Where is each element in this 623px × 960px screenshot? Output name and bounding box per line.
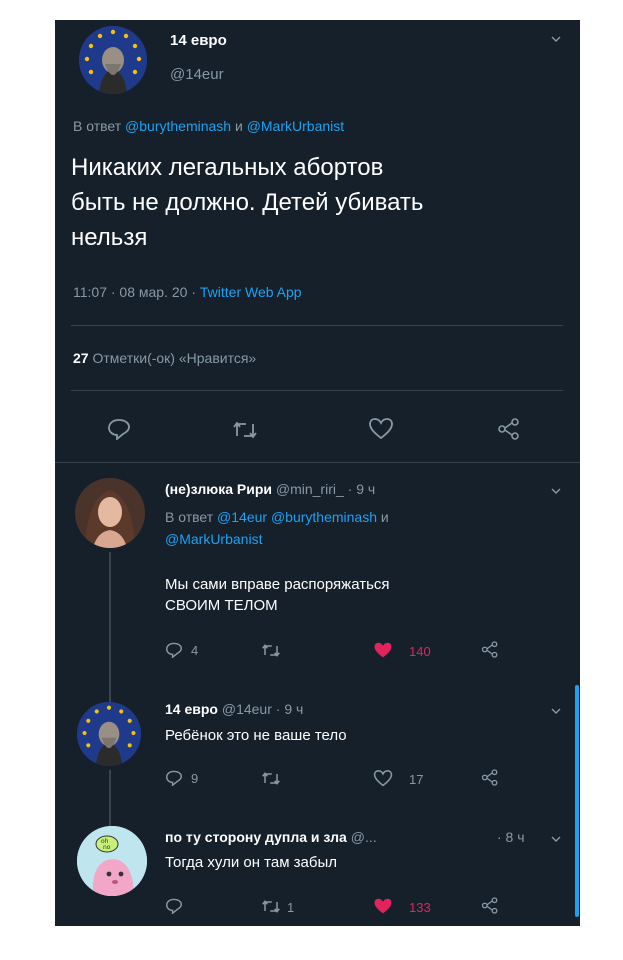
reply-author-name[interactable]: (не)злюка Рири — [165, 481, 272, 497]
tweet-text-line: Никаких легальных абортов — [71, 154, 384, 181]
tweet-source-link[interactable]: Twitter Web App — [200, 284, 302, 300]
reply-author-handle[interactable]: @min_riri_ — [276, 481, 344, 497]
scrollbar[interactable] — [575, 685, 579, 917]
thread-line — [109, 552, 111, 702]
mention-link[interactable]: @14eur — [217, 509, 267, 525]
tweet-timestamp[interactable]: 11:07 · 08 мар. 20 · — [73, 284, 196, 300]
share-icon[interactable] — [481, 769, 499, 786]
like-count: 133 — [409, 900, 431, 915]
reply-text-line: Ребёнок это не ваше тело — [165, 727, 347, 744]
heart-icon[interactable] — [373, 642, 393, 659]
reply-count: 4 — [191, 643, 199, 658]
reply-prefix: В ответ — [165, 509, 214, 525]
reply-author-avatar[interactable] — [77, 702, 141, 766]
likes-summary[interactable]: 27 Отметки(-ок) «Нравится» — [73, 350, 256, 366]
tweet-text-line: нельзя — [71, 224, 148, 251]
divider — [71, 390, 563, 391]
reply-author-handle[interactable]: @... — [351, 829, 377, 845]
reply-header: по ту сторону дупла и зла @... — [165, 829, 377, 845]
reply-time[interactable]: · 9 ч — [348, 481, 376, 497]
main-author-name[interactable]: 14 евро — [170, 32, 227, 49]
reply-time[interactable]: · 8 ч — [497, 829, 525, 845]
like-count: 140 — [409, 644, 431, 659]
reply-author-name[interactable]: по ту сторону дупла и зла — [165, 829, 347, 845]
chevron-down-icon[interactable] — [551, 706, 561, 716]
reply-author-handle[interactable]: @14eur — [222, 701, 272, 717]
main-tweet-text: Никаких легальных абортов быть не должно… — [71, 150, 571, 255]
divider — [71, 325, 563, 326]
chevron-down-icon[interactable] — [551, 486, 561, 496]
reply-header: (не)злюка Рири @min_riri_ · 9 ч — [165, 481, 375, 497]
svg-text:no: no — [103, 844, 111, 851]
reply-time[interactable]: · 9 ч — [276, 701, 304, 717]
heart-icon[interactable] — [368, 418, 394, 440]
mention-link[interactable]: @MarkUrbanist — [247, 118, 344, 134]
like-count: 17 — [409, 772, 424, 787]
reply-context: В ответ @14eur @burytheminash и @MarkUrb… — [165, 506, 565, 550]
retweet-icon[interactable] — [261, 899, 281, 914]
mention-link[interactable]: @MarkUrbanist — [165, 531, 262, 547]
chevron-down-icon[interactable] — [551, 34, 561, 44]
tweet-meta: 11:07 · 08 мар. 20 · Twitter Web App — [73, 284, 302, 300]
reply-conjunction: и — [380, 509, 389, 525]
reply-prefix: В ответ — [73, 118, 122, 134]
reply-context: В ответ @burytheminash и @MarkUrbanist — [73, 118, 344, 134]
retweet-count: 1 — [287, 900, 295, 915]
reply-text: Ребёнок это не ваше тело — [165, 727, 347, 744]
share-icon[interactable] — [481, 641, 499, 658]
mention-link[interactable]: @burytheminash — [125, 118, 231, 134]
reply-text: Мы сами вправе распоряжаться СВОИМ ТЕЛОМ — [165, 574, 390, 616]
mention-link[interactable]: @burytheminash — [271, 509, 377, 525]
thread-line — [109, 770, 111, 828]
retweet-icon[interactable] — [232, 420, 258, 440]
share-icon[interactable] — [497, 418, 521, 440]
tweet-text-line: быть не должно. Детей убивать — [71, 189, 424, 216]
reply-conjunction: и — [234, 118, 243, 134]
twitter-screen: 14 евро @14eur В ответ @burytheminash и … — [55, 20, 580, 926]
reply-icon[interactable] — [107, 418, 131, 440]
reply-text-line: СВОИМ ТЕЛОМ — [165, 597, 278, 614]
retweet-icon[interactable] — [261, 643, 281, 658]
reply-author-avatar[interactable] — [75, 478, 145, 548]
reply-author-avatar[interactable]: oh no — [77, 826, 147, 896]
likes-label: Отметки(-ок) «Нравится» — [92, 350, 257, 366]
reply-icon[interactable] — [165, 770, 183, 786]
reply-text-line: Мы сами вправе распоряжаться — [165, 576, 390, 593]
reply-header: 14 евро @14eur · 9 ч — [165, 701, 303, 717]
share-icon[interactable] — [481, 897, 499, 914]
main-author-handle[interactable]: @14eur — [170, 66, 224, 83]
divider — [55, 462, 580, 463]
phone-frame: 14 евро @14eur В ответ @burytheminash и … — [55, 20, 580, 926]
main-author-avatar[interactable] — [79, 26, 147, 94]
reply-author-name[interactable]: 14 евро — [165, 701, 218, 717]
chevron-down-icon[interactable] — [551, 834, 561, 844]
reply-icon[interactable] — [165, 898, 183, 914]
reply-text-line: Тогда хули он там забыл — [165, 854, 338, 871]
reply-count: 9 — [191, 771, 199, 786]
retweet-icon[interactable] — [261, 771, 281, 786]
reply-text: Тогда хули он там забыл — [165, 854, 337, 871]
likes-count: 27 — [73, 350, 89, 366]
heart-icon[interactable] — [373, 898, 393, 915]
reply-icon[interactable] — [165, 642, 183, 658]
heart-icon[interactable] — [373, 770, 393, 787]
